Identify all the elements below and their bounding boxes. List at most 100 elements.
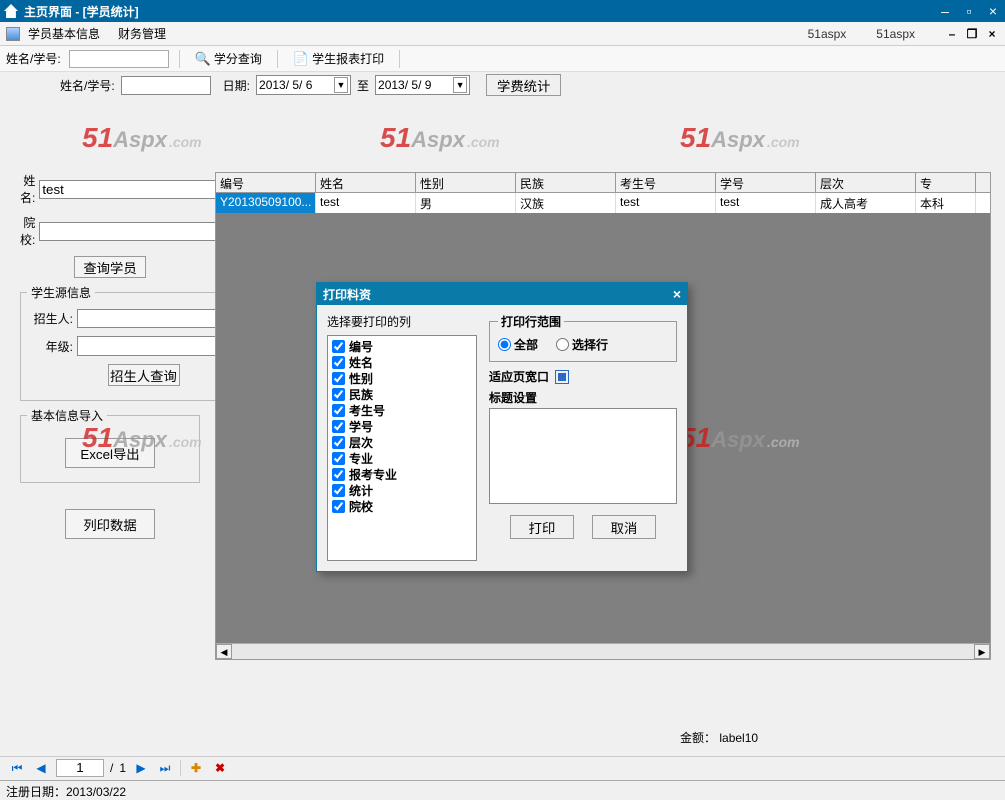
grade-label: 年级:: [27, 338, 73, 355]
nav-first-button[interactable]: ⏮: [8, 759, 26, 777]
export-group: 基本信息导入 Excel导出: [20, 407, 200, 483]
grid-header-cell[interactable]: 民族: [516, 173, 616, 192]
maximize-button[interactable]: ▫: [961, 3, 977, 19]
list-print-button[interactable]: 列印数据: [65, 509, 155, 539]
dialog-print-button[interactable]: 打印: [510, 515, 574, 539]
query-student-button[interactable]: 查询学员: [74, 256, 146, 278]
dialog-body: 选择要打印的列 编号 姓名 性别 民族 考生号 学号 层次 专业 报考专业 统计…: [317, 305, 687, 571]
status-text: 注册日期：2013/03/22: [6, 785, 126, 799]
nav-page-input[interactable]: [56, 759, 104, 777]
column-item: 院校: [332, 498, 472, 514]
credit-query-button[interactable]: 🔍 学分查询: [190, 47, 267, 70]
radio-selected[interactable]: [556, 338, 569, 351]
toolbar-separator: [179, 50, 180, 68]
scroll-left-button[interactable]: ◀: [216, 644, 232, 659]
school-input[interactable]: [39, 222, 222, 241]
column-checklist[interactable]: 编号 姓名 性别 民族 考生号 学号 层次 专业 报考专业 统计 院校: [327, 335, 477, 561]
column-checkbox[interactable]: [332, 468, 345, 481]
column-item: 层次: [332, 434, 472, 450]
fee-stat-button[interactable]: 学费统计: [486, 74, 561, 96]
chevron-down-icon: ▼: [334, 77, 348, 93]
column-checkbox[interactable]: [332, 420, 345, 433]
recruiter-label: 招生人:: [27, 310, 73, 327]
grid-cell: Y20130509100...: [216, 193, 316, 213]
menu-finance[interactable]: 财务管理: [118, 25, 166, 42]
name-input[interactable]: [39, 180, 222, 199]
radio-all-label[interactable]: 全部: [498, 336, 538, 353]
search-name-label: 姓名/学号:: [6, 50, 61, 67]
mdi-restore-button[interactable]: ❐: [965, 27, 979, 41]
grid-header-cell[interactable]: 学号: [716, 173, 816, 192]
close-button[interactable]: ×: [985, 3, 1001, 19]
column-item: 性别: [332, 370, 472, 386]
student-source-legend: 学生源信息: [27, 284, 95, 301]
column-checkbox[interactable]: [332, 372, 345, 385]
school-label: 院校:: [20, 214, 35, 248]
column-checkbox[interactable]: [332, 452, 345, 465]
nav-last-button[interactable]: ⏭: [156, 759, 174, 777]
menubar: 学员基本信息 财务管理 51aspx 51aspx – ❐ ×: [0, 22, 1005, 46]
recruiter-query-button[interactable]: 招生人查询: [108, 364, 180, 386]
amount-label: 金额：: [680, 731, 716, 745]
grid-header-cell[interactable]: 层次: [816, 173, 916, 192]
column-checkbox[interactable]: [332, 356, 345, 369]
radio-all[interactable]: [498, 338, 511, 351]
grid-cell: 汉族: [516, 193, 616, 213]
radio-selected-label[interactable]: 选择行: [556, 336, 608, 353]
mdi-minimize-button[interactable]: –: [945, 27, 959, 41]
grid-row[interactable]: Y20130509100... test 男 汉族 test test 成人高考…: [216, 193, 990, 213]
toolbar-separator: [277, 50, 278, 68]
nav-add-button[interactable]: ✚: [187, 759, 205, 777]
nav-prev-button[interactable]: ◀: [32, 759, 50, 777]
dialog-cancel-button[interactable]: 取消: [592, 515, 656, 539]
column-item: 统计: [332, 482, 472, 498]
inner-name-input[interactable]: [121, 76, 211, 95]
column-item: 专业: [332, 450, 472, 466]
menu-student-info[interactable]: 学员基本信息: [28, 25, 100, 42]
grid-horizontal-scrollbar[interactable]: ◀ ▶: [216, 643, 990, 659]
mdi-close-button[interactable]: ×: [985, 27, 999, 41]
grid-header-cell[interactable]: 姓名: [316, 173, 416, 192]
minimize-button[interactable]: –: [937, 3, 953, 19]
column-checkbox[interactable]: [332, 340, 345, 353]
home-icon: [4, 4, 18, 18]
dialog-close-button[interactable]: ×: [673, 286, 681, 302]
grid-cell: 成人高考: [816, 193, 916, 213]
grid-cell: test: [616, 193, 716, 213]
column-checkbox[interactable]: [332, 404, 345, 417]
column-checkbox[interactable]: [332, 436, 345, 449]
date-from-picker[interactable]: 2013/ 5/ 6 ▼: [256, 75, 351, 95]
grid-cell: test: [316, 193, 416, 213]
dialog-title: 打印料资: [323, 286, 371, 303]
grid-header-cell[interactable]: 考生号: [616, 173, 716, 192]
column-checkbox[interactable]: [332, 484, 345, 497]
date-to-value: 2013/ 5/ 9: [378, 78, 431, 92]
grid-header-cell[interactable]: 编号: [216, 173, 316, 192]
dialog-titlebar[interactable]: 打印料资 ×: [317, 283, 687, 305]
nav-delete-button[interactable]: ✖: [211, 759, 229, 777]
column-checkbox[interactable]: [332, 500, 345, 513]
date-to-picker[interactable]: 2013/ 5/ 9 ▼: [375, 75, 470, 95]
grid-header: 编号 姓名 性别 民族 考生号 学号 层次 专: [216, 173, 990, 193]
fit-width-checkbox[interactable]: [555, 370, 569, 384]
search-name-input[interactable]: [69, 50, 169, 68]
brand-label-1: 51aspx: [808, 27, 847, 41]
amount-row: 金额： label10: [0, 727, 1005, 748]
report-print-button[interactable]: 📄 学生报表打印: [288, 47, 389, 70]
title-setting-input[interactable]: [489, 408, 677, 504]
scroll-track[interactable]: [232, 644, 974, 659]
excel-export-button[interactable]: Excel导出: [65, 438, 155, 468]
column-checkbox[interactable]: [332, 388, 345, 401]
grid-header-cell[interactable]: 专: [916, 173, 976, 192]
column-item: 编号: [332, 338, 472, 354]
toolbar-separator: [399, 50, 400, 68]
grid-cell: 男: [416, 193, 516, 213]
nav-next-button[interactable]: ▶: [132, 759, 150, 777]
dialog-right-panel: 打印行范围 全部 选择行 适应页宽口 标题设置 打印 取消: [489, 313, 677, 539]
amount-value: label10: [719, 731, 758, 745]
print-dialog: 打印料资 × 选择要打印的列 编号 姓名 性别 民族 考生号 学号 层次 专业 …: [316, 282, 688, 572]
scroll-right-button[interactable]: ▶: [974, 644, 990, 659]
grid-cell: test: [716, 193, 816, 213]
column-item: 民族: [332, 386, 472, 402]
grid-header-cell[interactable]: 性别: [416, 173, 516, 192]
